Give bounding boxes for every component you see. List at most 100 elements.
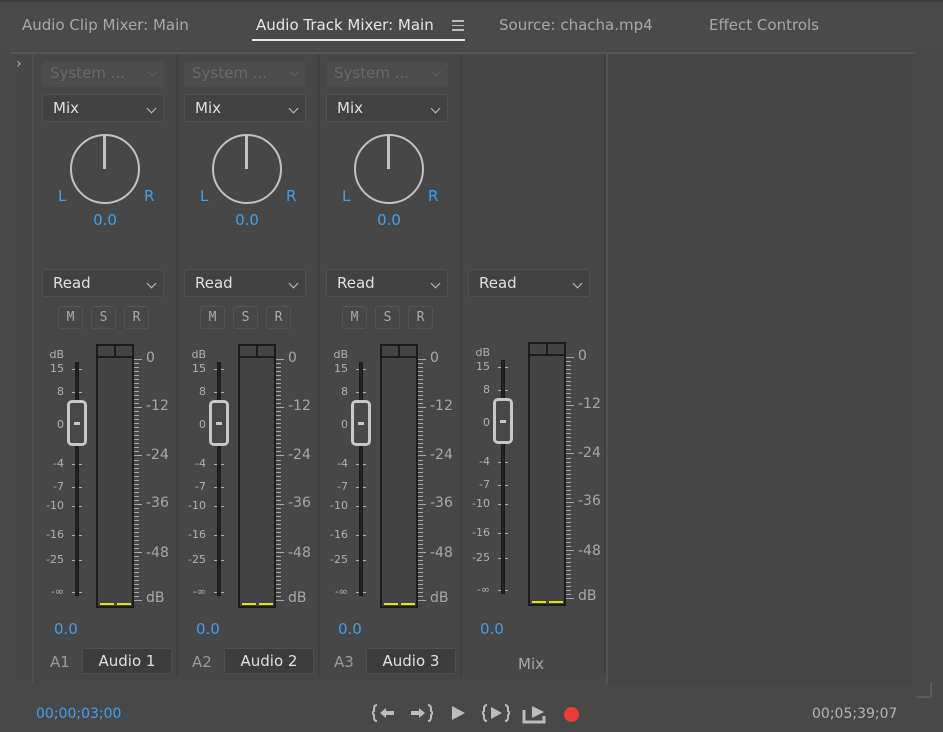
solo-track-button[interactable]: S (233, 306, 258, 329)
meter-tick (276, 359, 284, 360)
meter-tick (276, 475, 281, 477)
current-timecode[interactable]: 00;00;03;00 (36, 706, 121, 722)
meter-tick (134, 451, 139, 453)
go-to-out-icon[interactable] (409, 702, 433, 724)
peak-indicator[interactable] (98, 346, 132, 358)
fader-scale-label: 0 (57, 418, 64, 431)
meter-tick (134, 584, 139, 586)
track-output-dropdown[interactable]: Mix (326, 94, 448, 122)
solo-track-button[interactable]: S (91, 306, 116, 329)
meter-tick (566, 393, 571, 395)
track-output-dropdown[interactable]: Mix (184, 94, 306, 122)
meter-tick (134, 491, 139, 493)
tab-effect-controls[interactable]: Effect Controls (709, 16, 819, 34)
fader-grip (74, 422, 80, 425)
tab-source[interactable]: Source: chacha.mp4 (499, 16, 653, 34)
track-name-field[interactable]: Audio 1 (82, 648, 172, 674)
pan-knob[interactable] (354, 134, 424, 204)
record-track-button[interactable]: R (408, 306, 433, 329)
volume-fader-track[interactable] (501, 360, 505, 594)
meter-tick (134, 479, 139, 481)
meter-level-left (242, 603, 256, 605)
track-volume-value[interactable]: 0.0 (196, 620, 220, 638)
volume-fader-handle[interactable] (493, 398, 513, 444)
track-input-dropdown[interactable]: System ... (42, 61, 164, 87)
meter-tick (134, 455, 142, 457)
pan-value[interactable]: 0.0 (36, 211, 174, 229)
mute-track-button[interactable]: M (200, 306, 225, 329)
play-in-out-icon[interactable] (482, 702, 510, 724)
track-name-field[interactable]: Audio 3 (366, 648, 456, 674)
meter-tick (566, 501, 574, 503)
peak-indicator[interactable] (382, 346, 416, 358)
meter-tick (566, 598, 574, 600)
volume-fader-track[interactable] (217, 362, 221, 596)
meter-tick (566, 570, 571, 572)
track-input-dropdown[interactable]: System ... (184, 61, 306, 87)
meter-scale-label: -24 (146, 447, 169, 463)
pan-knob[interactable] (212, 134, 282, 204)
pan-value[interactable]: 0.0 (178, 211, 316, 229)
meter-tick (134, 535, 139, 537)
track-volume-value[interactable]: 0.0 (54, 620, 78, 638)
track-name-field[interactable]: Audio 2 (224, 648, 314, 674)
hamburger-menu-icon[interactable] (452, 20, 464, 32)
mute-track-button[interactable]: M (58, 306, 83, 329)
meter-tick (276, 415, 281, 417)
volume-fader-track[interactable] (359, 362, 363, 596)
go-to-in-icon[interactable] (372, 702, 396, 724)
fader-scale-label: 15 (50, 362, 64, 375)
automation-mode-dropdown[interactable]: Read (326, 269, 448, 297)
meter-scale-label: -48 (288, 545, 311, 561)
meter-tick (276, 519, 281, 521)
track-volume-value[interactable]: 0.0 (480, 620, 504, 638)
effects-expander[interactable]: › (10, 54, 34, 684)
meter-tick (134, 431, 139, 433)
track-input-dropdown[interactable]: System ... (326, 61, 448, 87)
meter-tick (134, 439, 139, 441)
meter-tick (566, 465, 571, 467)
tab-audio-track-mixer[interactable]: Audio Track Mixer: Main (256, 16, 434, 34)
automation-mode-dropdown[interactable]: Read (184, 269, 306, 297)
fader-scale-label: -7 (53, 480, 64, 493)
mute-track-button[interactable]: M (342, 306, 367, 329)
meter-tick (566, 473, 571, 475)
track-volume-value[interactable]: 0.0 (338, 620, 362, 638)
volume-fader-handle[interactable] (351, 400, 371, 446)
volume-fader-track[interactable] (75, 362, 79, 596)
fader-scale-label: -16 (188, 528, 206, 541)
pan-value[interactable]: 0.0 (320, 211, 458, 229)
volume-fader-handle[interactable] (67, 400, 87, 446)
meter-tick (276, 547, 281, 549)
meter-tick (418, 391, 423, 393)
record-track-button[interactable]: R (266, 306, 291, 329)
automation-mode-dropdown[interactable]: Read (468, 269, 590, 297)
play-icon[interactable] (450, 702, 466, 724)
chevron-down-icon (147, 66, 158, 77)
volume-fader-handle[interactable] (209, 400, 229, 446)
meter-tick (418, 499, 423, 501)
meter-tick (566, 493, 571, 495)
meter-tick (276, 411, 281, 413)
meter-level-left (384, 603, 398, 605)
record-icon[interactable] (564, 707, 579, 722)
peak-indicator[interactable] (240, 346, 274, 358)
meter-tick (134, 499, 139, 501)
fader-scale-label: 15 (476, 360, 490, 373)
pan-knob[interactable] (70, 134, 140, 204)
meter-tick (276, 535, 281, 537)
track-output-dropdown[interactable]: Mix (42, 94, 164, 122)
chevron-right-icon[interactable]: › (16, 56, 22, 72)
automation-mode-dropdown[interactable]: Read (42, 269, 164, 297)
pan-left-label: L (342, 187, 351, 205)
meter-level-left (100, 603, 114, 605)
loop-icon[interactable] (522, 702, 546, 724)
meter-tick (134, 371, 139, 373)
peak-indicator[interactable] (530, 344, 564, 356)
record-track-button[interactable]: R (124, 306, 149, 329)
fader-scale-label: -7 (195, 480, 206, 493)
solo-track-button[interactable]: S (375, 306, 400, 329)
fader-scale-label: -10 (46, 499, 64, 512)
tab-audio-clip-mixer[interactable]: Audio Clip Mixer: Main (22, 16, 189, 34)
meter-tick (566, 421, 571, 423)
